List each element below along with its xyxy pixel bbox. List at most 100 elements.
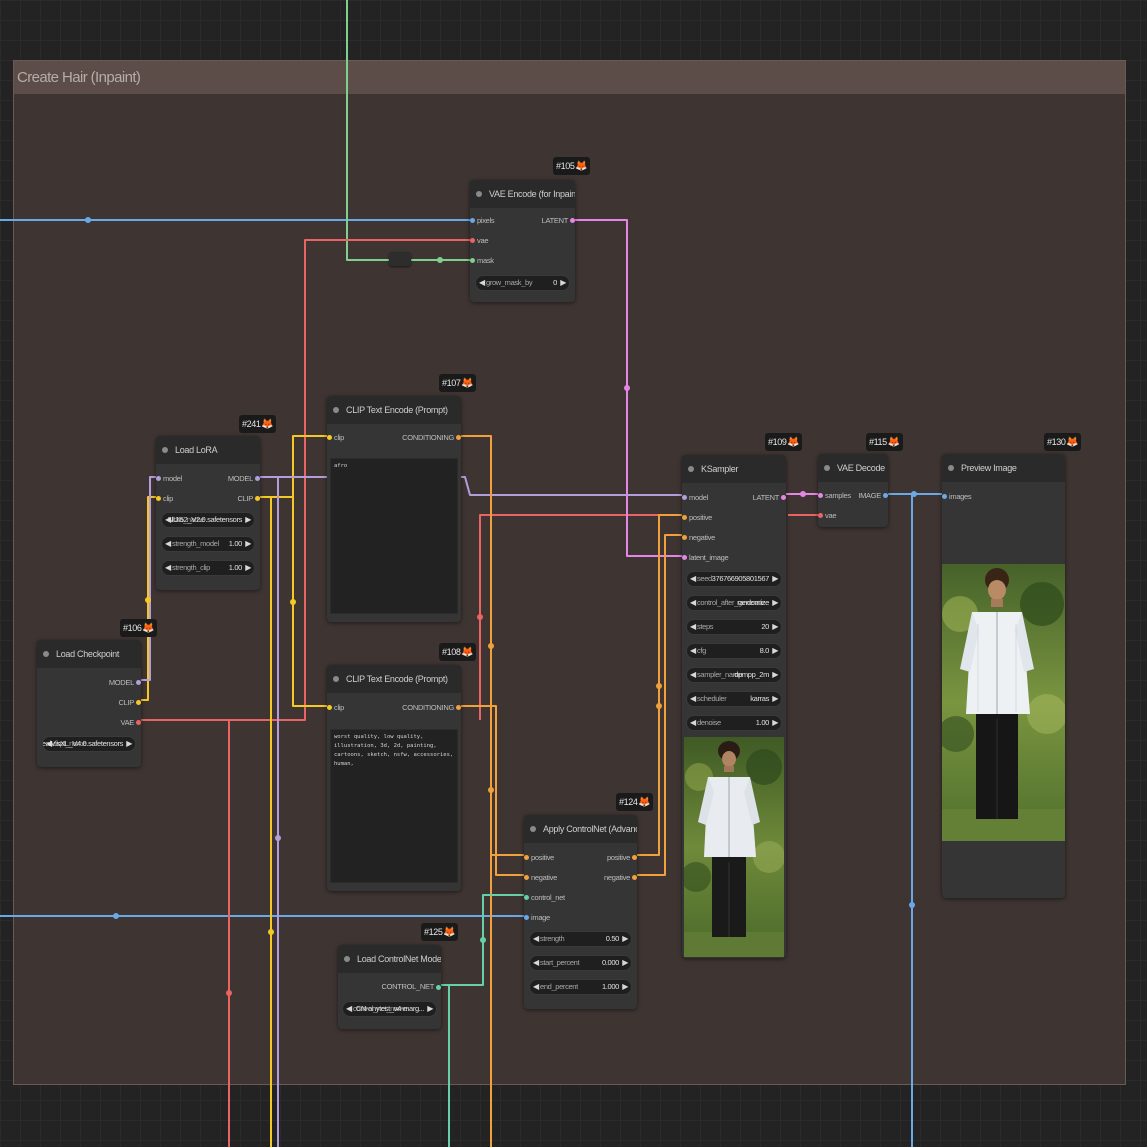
increment-arrow-icon[interactable]: ▶ [622, 980, 628, 994]
input-port[interactable] [327, 705, 332, 710]
decrement-arrow-icon[interactable]: ◀ [690, 596, 696, 610]
decrement-arrow-icon[interactable]: ◀ [533, 932, 539, 946]
decrement-arrow-icon[interactable]: ◀ [690, 644, 696, 658]
collapse-dot-icon[interactable] [344, 956, 350, 962]
widget-sampler-name[interactable]: ◀ sampler_name dpmpp_2m ▶ [686, 667, 782, 683]
widget-ckpt-name[interactable]: ◀ ckpt_name RealVisXL_V4.0.safetensors ▶ [42, 736, 136, 752]
link-midpoint-model[interactable] [275, 835, 281, 841]
widget-strength[interactable]: ◀ strength 0.50 ▶ [529, 931, 632, 947]
collapse-dot-icon[interactable] [824, 465, 830, 471]
widget-grow-mask-by[interactable]: ◀ grow_mask_by 0 ▶ [475, 275, 570, 291]
widget-strength-clip[interactable]: ◀ strength_clip 1.00 ▶ [161, 560, 255, 576]
collapse-dot-icon[interactable] [162, 447, 168, 453]
node-title[interactable]: Apply ControlNet (Advanced) [524, 815, 637, 843]
node-title[interactable]: VAE Decode [818, 454, 888, 482]
input-port[interactable] [524, 915, 529, 920]
increment-arrow-icon[interactable]: ▶ [772, 620, 778, 634]
node-title[interactable]: Load ControlNet Model [338, 945, 441, 973]
node-title[interactable]: CLIP Text Encode (Prompt) [327, 665, 461, 693]
link-midpoint-conditioning[interactable] [488, 643, 494, 649]
link-midpoint-conditioning[interactable] [656, 683, 662, 689]
increment-arrow-icon[interactable]: ▶ [245, 513, 251, 527]
node-apply-controlnet-advanced[interactable]: Apply ControlNet (Advanced) positive neg… [524, 815, 637, 1009]
link-midpoint-image[interactable] [909, 902, 915, 908]
link-midpoint-vae[interactable] [477, 614, 483, 620]
increment-arrow-icon[interactable]: ▶ [622, 932, 628, 946]
increment-arrow-icon[interactable]: ▶ [772, 716, 778, 730]
decrement-arrow-icon[interactable]: ◀ [690, 692, 696, 706]
prompt-textarea[interactable]: afro [330, 458, 458, 614]
decrement-arrow-icon[interactable]: ◀ [690, 668, 696, 682]
collapse-dot-icon[interactable] [476, 191, 482, 197]
input-port[interactable] [470, 218, 475, 223]
node-vae-decode[interactable]: VAE Decode samples vae IMAGE [818, 454, 888, 527]
node-load-checkpoint[interactable]: Load Checkpoint MODEL CLIP VAE ◀ ckpt_na… [37, 640, 141, 767]
widget-strength-model[interactable]: ◀ strength_model 1.00 ▶ [161, 536, 255, 552]
link-midpoint-clip[interactable] [268, 929, 274, 935]
increment-arrow-icon[interactable]: ▶ [772, 596, 778, 610]
node-load-lora[interactable]: Load LoRA model clip MODEL CLIP ◀ lora_n… [156, 436, 260, 590]
link-midpoint-image[interactable] [113, 913, 119, 919]
widget-control-net-name[interactable]: ◀ control_net_name CN-anytest_v4-marg...… [342, 1001, 437, 1017]
widget-end-percent[interactable]: ◀ end_percent 1.000 ▶ [529, 979, 632, 995]
increment-arrow-icon[interactable]: ▶ [245, 561, 251, 575]
increment-arrow-icon[interactable]: ▶ [560, 276, 566, 290]
increment-arrow-icon[interactable]: ▶ [772, 644, 778, 658]
output-port[interactable] [883, 493, 888, 498]
link-wire-clip[interactable] [292, 497, 327, 707]
link-midpoint-image[interactable] [911, 491, 917, 497]
output-port[interactable] [456, 705, 461, 710]
link-midpoint-vae[interactable] [226, 990, 232, 996]
node-clip-text-encode-negative[interactable]: CLIP Text Encode (Prompt) clip CONDITION… [327, 665, 461, 891]
link-midpoint-conditioning[interactable] [488, 787, 494, 793]
node-title[interactable]: CLIP Text Encode (Prompt) [327, 396, 461, 424]
input-port[interactable] [470, 238, 475, 243]
input-port[interactable] [156, 476, 161, 481]
output-port[interactable] [255, 476, 260, 481]
prompt-textarea[interactable]: worst quality, low quality, illustration… [330, 729, 458, 883]
collapse-dot-icon[interactable] [530, 826, 536, 832]
increment-arrow-icon[interactable]: ▶ [772, 572, 778, 586]
input-port[interactable] [524, 895, 529, 900]
input-port[interactable] [818, 513, 823, 518]
collapse-dot-icon[interactable] [43, 651, 49, 657]
link-midpoint-latent[interactable] [800, 491, 806, 497]
widget-scheduler[interactable]: ◀ scheduler karras ▶ [686, 691, 782, 707]
input-port[interactable] [327, 435, 332, 440]
increment-arrow-icon[interactable]: ▶ [622, 956, 628, 970]
reroute-node[interactable] [389, 252, 411, 266]
output-port[interactable] [570, 218, 575, 223]
node-title[interactable]: KSampler [682, 455, 786, 483]
link-midpoint-clip[interactable] [290, 599, 296, 605]
node-load-controlnet-model[interactable]: Load ControlNet Model CONTROL_NET ◀ cont… [338, 945, 441, 1029]
link-midpoint-clip[interactable] [145, 597, 151, 603]
decrement-arrow-icon[interactable]: ◀ [533, 956, 539, 970]
collapse-dot-icon[interactable] [333, 676, 339, 682]
link-wire-vae[interactable] [479, 514, 682, 720]
widget-cfg[interactable]: ◀ cfg 8.0 ▶ [686, 643, 782, 659]
collapse-dot-icon[interactable] [333, 407, 339, 413]
link-midpoint-latent[interactable] [624, 385, 630, 391]
decrement-arrow-icon[interactable]: ◀ [479, 276, 485, 290]
collapse-dot-icon[interactable] [948, 465, 954, 471]
decrement-arrow-icon[interactable]: ◀ [165, 561, 171, 575]
widget-steps[interactable]: ◀ steps 20 ▶ [686, 619, 782, 635]
increment-arrow-icon[interactable]: ▶ [245, 537, 251, 551]
widget-control-after-generate[interactable]: ◀ control_after_generate randomize ▶ [686, 595, 782, 611]
node-ksampler[interactable]: KSampler model positive negative latent_… [682, 455, 786, 958]
decrement-arrow-icon[interactable]: ◀ [165, 537, 171, 551]
increment-arrow-icon[interactable]: ▶ [772, 668, 778, 682]
input-port[interactable] [156, 496, 161, 501]
node-preview-image[interactable]: Preview Image images [942, 454, 1065, 898]
link-wire-model[interactable] [260, 476, 682, 496]
input-port[interactable] [470, 258, 475, 263]
input-port[interactable] [818, 493, 823, 498]
output-port[interactable] [136, 700, 141, 705]
output-port[interactable] [255, 496, 260, 501]
increment-arrow-icon[interactable]: ▶ [427, 1002, 433, 1016]
output-port[interactable] [781, 495, 786, 500]
increment-arrow-icon[interactable]: ▶ [772, 692, 778, 706]
collapse-dot-icon[interactable] [688, 466, 694, 472]
widget-seed[interactable]: ◀ seed 376766905801567 ▶ [686, 571, 782, 587]
decrement-arrow-icon[interactable]: ◀ [690, 572, 696, 586]
